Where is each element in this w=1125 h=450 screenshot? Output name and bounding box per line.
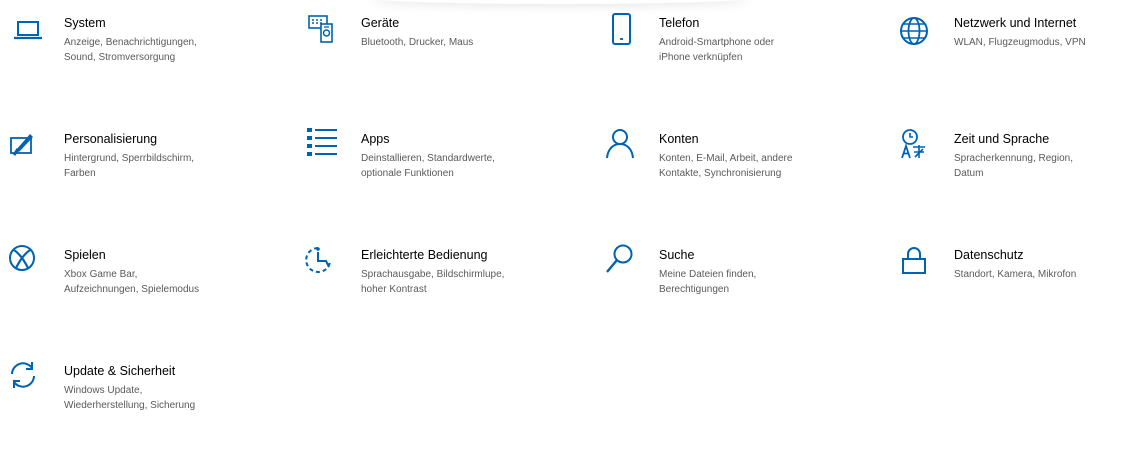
lock-icon bbox=[898, 244, 938, 284]
tile-title: Zeit und Sprache bbox=[954, 132, 1050, 146]
tile-zeit-sprache[interactable]: Zeit und Sprache Spracherkennung, Region… bbox=[898, 128, 1125, 218]
tile-title: Telefon bbox=[659, 16, 700, 30]
tile-description: Standort, Kamera, Mikrofon bbox=[954, 269, 1077, 280]
tile-description: Xbox Game Bar, Aufzeichnungen, Spielemodu… bbox=[64, 269, 200, 295]
tile-description: Spracherkennung, Region, Datum bbox=[954, 153, 1073, 179]
tile-description: Sprachausgabe, Bildschirmlupe, hoher Kont… bbox=[361, 269, 505, 295]
tile-title: Konten bbox=[659, 132, 699, 146]
globe-icon bbox=[898, 12, 938, 52]
tile-update-sicherheit[interactable]: Update & Sicherheit Windows Update, Wiede… bbox=[8, 360, 278, 450]
tile-konten[interactable]: Konten Konten, E-Mail, Arbeit, andere Kon… bbox=[603, 128, 873, 218]
tile-description: Meine Dateien finden, Berechtigungen bbox=[659, 269, 757, 295]
laptop-icon bbox=[8, 12, 48, 52]
tile-title: Netzwerk und Internet bbox=[954, 16, 1077, 30]
tile-title: Datenschutz bbox=[954, 248, 1024, 262]
tile-geraete[interactable]: Geräte Bluetooth, Drucker, Maus bbox=[305, 12, 575, 102]
tile-description: WLAN, Flugzeugmodus, VPN bbox=[954, 37, 1086, 48]
ease-of-access-icon bbox=[305, 244, 345, 284]
tile-title: Personalisierung bbox=[64, 132, 158, 146]
tile-personalisierung[interactable]: Personalisierung Hintergrund, Sperrbilds… bbox=[8, 128, 278, 218]
tile-title: Spielen bbox=[64, 248, 106, 262]
top-shadow-divider bbox=[370, 0, 750, 4]
sync-icon bbox=[8, 360, 48, 400]
tile-description: Bluetooth, Drucker, Maus bbox=[361, 37, 474, 48]
tile-title: Update & Sicherheit bbox=[64, 364, 176, 378]
phone-icon bbox=[603, 12, 643, 52]
tile-title: Geräte bbox=[361, 16, 400, 30]
tile-apps[interactable]: Apps Deinstallieren, Standardwerte, optio… bbox=[305, 128, 575, 218]
time-language-icon bbox=[898, 128, 938, 168]
xbox-icon bbox=[8, 244, 48, 284]
tile-netzwerk[interactable]: Netzwerk und Internet WLAN, Flugzeugmodu… bbox=[898, 12, 1125, 102]
tile-description: Konten, E-Mail, Arbeit, andere Kontakte, … bbox=[659, 153, 793, 179]
tile-title: System bbox=[64, 16, 106, 30]
tile-description: Android-Smartphone oder iPhone verknüpfen bbox=[659, 37, 775, 63]
tile-datenschutz[interactable]: Datenschutz Standort, Kamera, Mikrofon bbox=[898, 244, 1125, 334]
devices-icon bbox=[305, 12, 345, 52]
tile-telefon[interactable]: Telefon Android-Smartphone oder iPhone ve… bbox=[603, 12, 873, 102]
tile-description: Anzeige, Benachrichtigungen, Sound, Strom… bbox=[64, 37, 197, 63]
tile-description: Hintergrund, Sperrbildschirm, Farben bbox=[64, 153, 195, 179]
tile-title: Suche bbox=[659, 248, 695, 262]
tile-title: Apps bbox=[361, 132, 390, 146]
tile-description: Deinstallieren, Standardwerte, optionale … bbox=[361, 153, 495, 179]
tile-title: Erleichterte Bedienung bbox=[361, 248, 488, 262]
search-icon bbox=[603, 244, 643, 284]
tile-system[interactable]: System Anzeige, Benachrichtigungen, Sound… bbox=[8, 12, 278, 102]
paint-icon bbox=[8, 128, 48, 168]
tile-erleichterte-bedienung[interactable]: Erleichterte Bedienung Sprachausgabe, Bi… bbox=[305, 244, 575, 334]
person-icon bbox=[603, 128, 643, 168]
apps-list-icon bbox=[305, 128, 345, 168]
tile-description: Windows Update, Wiederherstellung, Sicher… bbox=[64, 385, 196, 411]
tile-spielen[interactable]: Spielen Xbox Game Bar, Aufzeichnungen, Sp… bbox=[8, 244, 278, 334]
tile-suche[interactable]: Suche Meine Dateien finden, Berechtigunge… bbox=[603, 244, 873, 334]
